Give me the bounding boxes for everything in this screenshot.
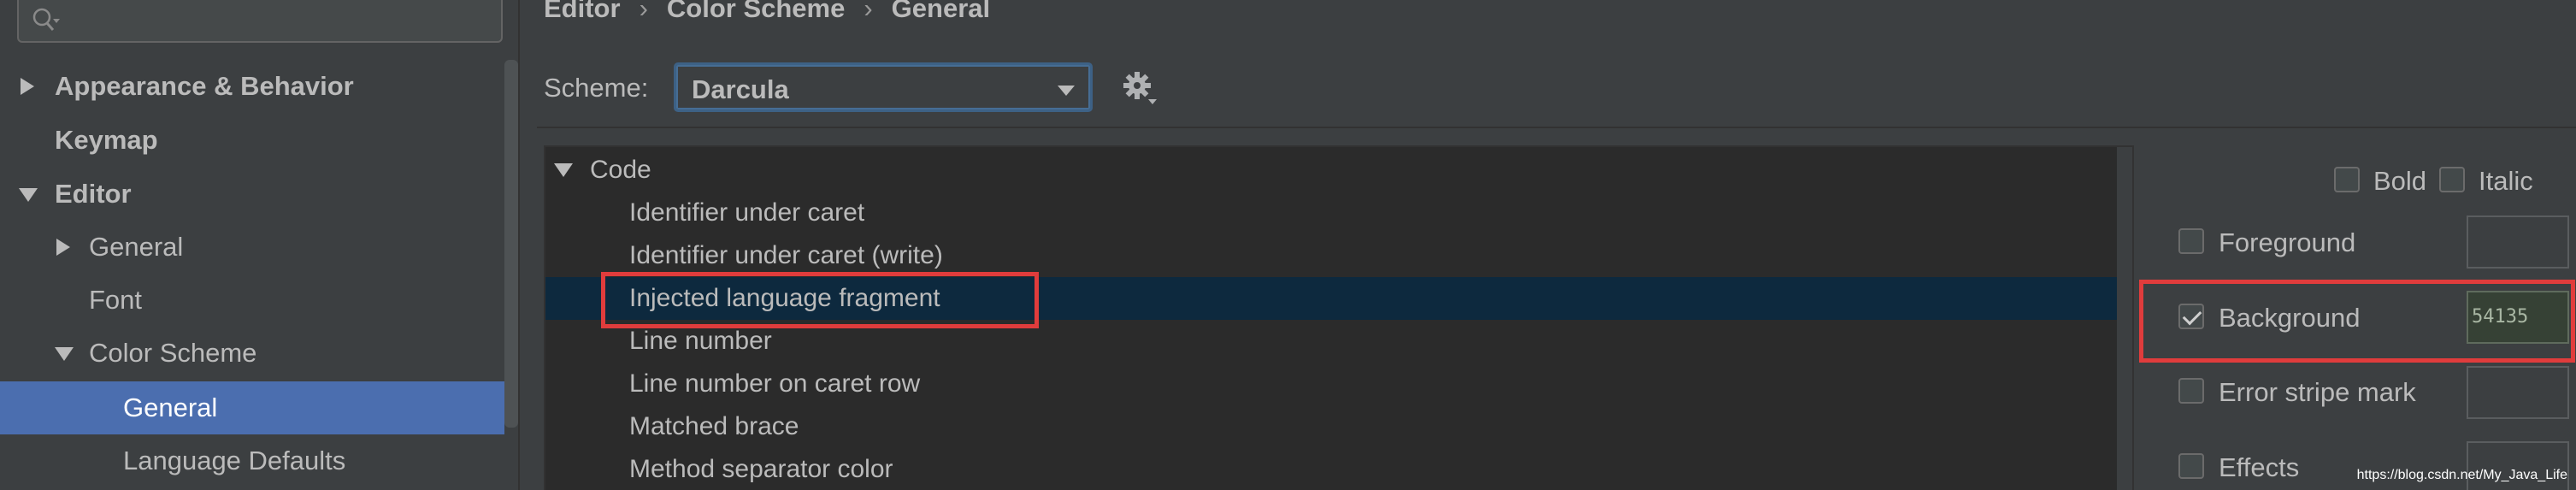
list-item-label: Matched brace [629, 412, 799, 440]
search-input[interactable] [17, 0, 503, 43]
italic-checkbox[interactable] [2439, 167, 2465, 192]
sidebar-item-editor-general[interactable]: General [0, 221, 504, 274]
sidebar-item-keymap[interactable]: Keymap [0, 114, 504, 167]
list-item-label: Identifier under caret (write) [629, 241, 943, 269]
list-item[interactable]: Matched brace [545, 405, 2117, 448]
effects-label: Effects [2219, 452, 2300, 482]
tree-node-code[interactable]: Code [545, 149, 2117, 192]
breadcrumb-item-color-scheme[interactable]: Color Scheme [667, 0, 845, 24]
list-item[interactable]: Identifier under caret [545, 192, 2117, 234]
sidebar-item-label: General [89, 232, 184, 262]
list-item[interactable]: Identifier under caret (write) [545, 234, 2117, 277]
list-item-label: Method separator color [629, 455, 893, 483]
error-stripe-checkbox[interactable] [2178, 378, 2204, 404]
chevron-down-icon[interactable] [554, 163, 573, 177]
list-item-label: Line number [629, 327, 772, 355]
list-item-label: Line number on caret row [629, 369, 921, 398]
breadcrumb-item-editor[interactable]: Editor [544, 0, 621, 24]
sidebar-item-label: Font [89, 285, 143, 315]
sidebar-item-label: Language Defaults [123, 446, 346, 475]
chevron-down-icon[interactable] [55, 347, 74, 361]
error-stripe-color-swatch[interactable] [2467, 366, 2569, 419]
settings-sidebar: Appearance & Behavior Keymap Editor Gene… [0, 0, 520, 490]
list-scrollbar[interactable] [2117, 147, 2132, 490]
sidebar-item-language-defaults[interactable]: Language Defaults [0, 434, 504, 487]
gear-icon[interactable] [1122, 70, 1159, 108]
chevron-down-icon [1058, 86, 1075, 96]
search-icon[interactable] [31, 7, 60, 32]
list-item[interactable]: Line number on caret row [545, 363, 2117, 405]
error-stripe-label: Error stripe mark [2219, 377, 2416, 407]
sidebar-item-editor[interactable]: Editor [0, 168, 504, 221]
bold-label: Bold [2373, 166, 2427, 196]
sidebar-item-label: Keymap [55, 125, 158, 155]
list-item-label: Identifier under caret [629, 198, 865, 227]
sidebar-item-color-scheme[interactable]: Color Scheme [0, 327, 504, 380]
foreground-checkbox[interactable] [2178, 228, 2204, 254]
sidebar-item-label: Appearance & Behavior [55, 71, 354, 101]
scheme-dropdown[interactable]: Darcula [674, 62, 1093, 112]
chevron-right-icon[interactable] [21, 78, 34, 95]
sidebar-item-label: Color Scheme [89, 338, 257, 368]
chevron-right-icon[interactable] [56, 239, 70, 256]
sidebar-item-color-scheme-general[interactable]: General [0, 381, 504, 434]
scheme-label: Scheme: [544, 73, 649, 103]
sidebar-item-font[interactable]: Font [0, 274, 504, 327]
foreground-label: Foreground [2219, 227, 2356, 257]
scheme-dropdown-value: Darcula [692, 74, 789, 104]
tree-node-label: Code [590, 156, 651, 184]
chevron-down-icon[interactable] [19, 188, 38, 202]
color-scheme-settings-panel: Editor › Color Scheme › General Scheme: … [520, 0, 2576, 490]
highlight-annotation-background [2139, 280, 2575, 363]
bold-checkbox[interactable] [2334, 167, 2360, 192]
breadcrumb-item-general: General [891, 0, 991, 23]
sidebar-item-appearance-behavior[interactable]: Appearance & Behavior [0, 60, 504, 113]
breadcrumb-separator: › [639, 0, 648, 23]
effects-checkbox[interactable] [2178, 453, 2204, 479]
highlight-annotation-selected-item [601, 272, 1039, 328]
sidebar-item-label: Editor [55, 179, 132, 209]
italic-label: Italic [2479, 166, 2533, 196]
divider [537, 127, 2576, 128]
breadcrumb-separator: › [864, 0, 873, 23]
foreground-color-swatch[interactable] [2467, 215, 2569, 269]
watermark-text: https://blog.csdn.net/My_Java_Life [2356, 468, 2567, 482]
sidebar-item-label: General [123, 393, 218, 422]
sidebar-scrollbar[interactable] [504, 60, 518, 428]
list-item[interactable]: Method separator color [545, 448, 2117, 490]
breadcrumb: Editor › Color Scheme › General [544, 0, 990, 24]
